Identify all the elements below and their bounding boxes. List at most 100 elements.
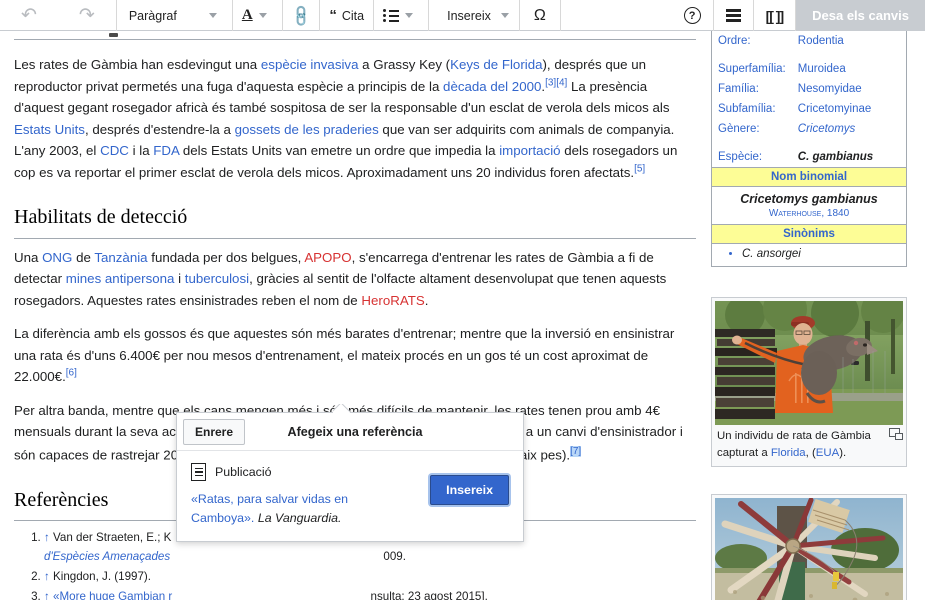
link-fda[interactable]: FDA — [153, 143, 179, 158]
section-heading-detection: Habilitats de detecció — [14, 201, 696, 239]
article-scroll-area[interactable]: Les rates de Gàmbia han esdevingut una e… — [0, 31, 925, 600]
cite-group: “ Cita — [320, 0, 375, 31]
binomial-name-header: Nom binomial — [712, 167, 906, 187]
reference-marker-5[interactable]: [5] — [634, 163, 645, 174]
gambian-rat-photo-caption: Un individu de rata de Gàmbia capturat a… — [715, 425, 903, 463]
link-ong[interactable]: ONG — [42, 250, 72, 265]
synonyms-header: Sinònims — [712, 224, 906, 244]
insert-link-button[interactable]: 🔗 — [283, 0, 320, 31]
reference-text: Van der Straeten, E.; K — [53, 531, 172, 545]
backlink-arrow-icon[interactable]: ↑ — [44, 590, 50, 600]
link-group: 🔗 — [283, 0, 321, 31]
taxonomy-row-family: Família: Nesomyidae — [712, 79, 906, 99]
popup-pointer — [333, 404, 350, 413]
omega-icon: Ω — [533, 6, 546, 24]
source-mode-group: [[ ]] — [754, 0, 797, 31]
text-style-button[interactable]: A — [233, 0, 282, 31]
link-mines-antipersona[interactable]: mines antipersona — [66, 271, 175, 286]
text-run: Les rates de Gàmbia han esdevingut una — [14, 57, 261, 72]
cut-off-section-heading — [14, 31, 696, 40]
backlink-arrow-icon[interactable]: ↑ — [44, 570, 50, 583]
taxonomy-rank-value[interactable]: Cricetomyinae — [792, 99, 906, 119]
link-especie-invasiva[interactable]: espècie invasiva — [261, 57, 359, 72]
reference-italic: d'Espècies Amenaçades — [44, 549, 171, 563]
reference-item-2: ↑ Kingdon, J. (1997). — [44, 568, 696, 587]
cite-button[interactable]: “ Cita — [320, 0, 373, 31]
save-changes-button[interactable]: Desa els canvis — [796, 0, 925, 31]
link-keys-de-florida[interactable]: Keys de Florida — [450, 57, 542, 72]
text-style-icon: A — [241, 7, 253, 23]
redlink-apopo[interactable]: APOPO — [304, 250, 351, 265]
reference-marker-4[interactable]: [4] — [556, 77, 567, 88]
link-decada-del-2000[interactable]: dècada del 2000 — [443, 79, 541, 94]
link-cdc[interactable]: CDC — [100, 143, 129, 158]
help-button[interactable]: ? — [672, 0, 713, 31]
undo-button[interactable]: ↶ — [0, 0, 58, 31]
add-citation-popup: Enrere Afegeix una referència Publicació… — [176, 412, 524, 543]
synonyms-body: C. ansorgei — [712, 244, 906, 266]
text-run: , després d'estendre-la a — [84, 121, 235, 137]
insert-dropdown[interactable]: Insereix — [429, 0, 519, 31]
backlink-arrow-icon[interactable]: ↑ — [44, 531, 50, 544]
redlink-herorats[interactable]: HeroRATS — [361, 293, 424, 308]
reference-text: Kingdon, J. (1997). — [53, 569, 151, 583]
page-options-button[interactable] — [714, 0, 753, 31]
binomial-authority: Waterhouse, 1840 — [712, 208, 906, 224]
link-importacio[interactable]: importació — [499, 143, 560, 158]
taxonomy-rank-value[interactable]: Cricetomys — [792, 119, 906, 139]
synonyms-list: C. ansorgei — [732, 248, 900, 260]
text-run: de — [72, 249, 95, 265]
taxonomy-rank-label: Subfamília: — [718, 103, 776, 115]
reference-link[interactable]: «More huge Gambian r — [53, 590, 172, 600]
back-button[interactable]: Enrere — [183, 418, 246, 445]
link-tanzania[interactable]: Tanzània — [94, 250, 147, 265]
taxonomy-rank-value[interactable]: Rodentia — [792, 31, 906, 51]
link-gossets-de-les-praderies[interactable]: gossets de les praderies — [235, 122, 379, 137]
taxonomy-table: Ordre: Rodentia Superfamília: Muroidea F… — [712, 31, 906, 167]
enlarge-icon[interactable] — [889, 428, 903, 440]
page-options-group — [714, 0, 754, 31]
taxonomy-row-species: Espècie: C. gambianus — [712, 147, 906, 167]
quote-icon: “ — [329, 7, 337, 24]
gambian-rat-photo-box: Un individu de rata de Gàmbia capturat a… — [711, 297, 907, 468]
hamburger-menu-icon — [725, 9, 741, 22]
text-run: fundada per dos belgues, — [147, 249, 305, 265]
text-style-group: A — [233, 0, 283, 31]
authority-name[interactable]: Waterhouse — [769, 208, 821, 219]
reference-marker-3[interactable]: [3] — [545, 77, 556, 88]
publication-label: Publicació — [215, 465, 272, 479]
link-estats-units[interactable]: Estats Units — [14, 122, 85, 137]
paragraph-cost-comparison: La diferència amb els gossos és que aque… — [14, 323, 696, 388]
rat-training-wheel-photo[interactable] — [715, 498, 903, 600]
switch-editor-button[interactable]: [[ ]] — [754, 0, 796, 31]
list-group — [374, 0, 430, 31]
text-run: i — [174, 271, 185, 287]
undo-icon: ↶ — [21, 5, 37, 26]
insert-citation-button[interactable]: Insereix — [430, 475, 509, 505]
special-character-button[interactable]: Ω — [520, 0, 560, 31]
link-tuberculosi[interactable]: tuberculosi — [185, 271, 249, 286]
reference-marker-6[interactable]: [6] — [66, 368, 77, 379]
taxonomy-rank-value[interactable]: Muroidea — [792, 59, 906, 79]
paragraph-invasive-species: Les rates de Gàmbia han esdevingut una e… — [14, 54, 696, 183]
taxonomy-spacer — [712, 51, 906, 59]
caption-text: , ( — [805, 446, 816, 459]
taxonomy-rank-value[interactable]: Nesomyidae — [792, 79, 906, 99]
bullet-list-button[interactable] — [374, 0, 428, 31]
paragraph-format-dropdown[interactable]: Paràgraf — [117, 0, 232, 31]
paragraph-format-group: Paràgraf — [117, 0, 233, 31]
text-run: dels Estats Units van emetre un ordre qu… — [179, 143, 500, 159]
chevron-down-icon — [500, 13, 509, 18]
bullet-list-icon — [383, 9, 400, 22]
caption-link-florida[interactable]: Florida — [771, 447, 806, 459]
caption-link-eua[interactable]: EUA — [816, 447, 839, 459]
reference-marker-7-selected[interactable]: [7] — [570, 445, 582, 457]
taxonomy-row-order: Ordre: Rodentia — [712, 31, 906, 51]
list-item: C. ansorgei — [742, 248, 900, 260]
redo-button[interactable]: ↷ — [58, 0, 116, 31]
chevron-down-icon — [208, 13, 217, 18]
gambian-rat-photo[interactable] — [715, 301, 903, 425]
reference-item-3: ↑ «More huge Gambian r nsulta: 23 agost … — [44, 588, 696, 600]
taxonomy-row-genus: Gènere: Cricetomys — [712, 119, 906, 139]
taxonomy-rank-label: Família: — [718, 83, 759, 95]
